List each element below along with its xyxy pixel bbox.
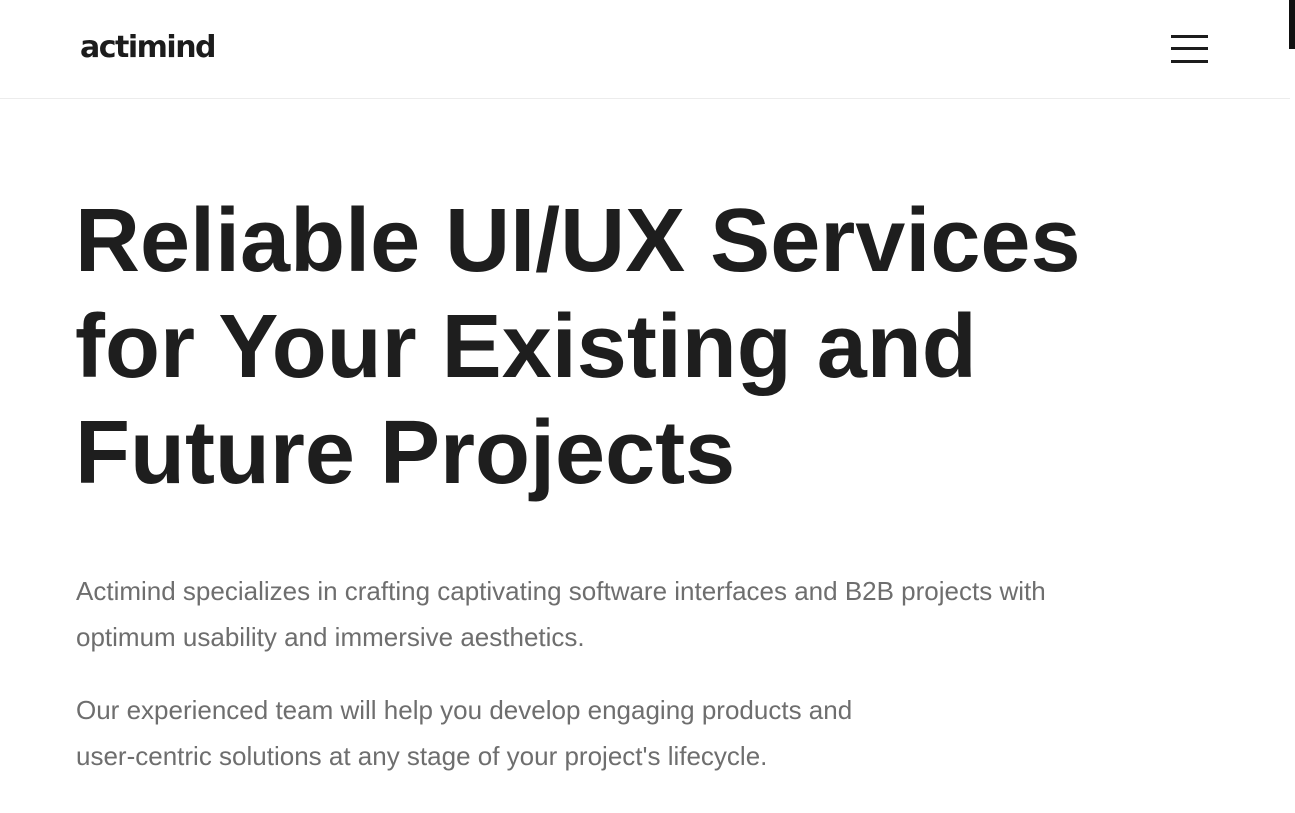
hamburger-menu-icon[interactable] — [1166, 30, 1212, 68]
paragraph-line: optimum usability and immersive aestheti… — [76, 622, 585, 652]
hero-title-line: Reliable UI/UX Services — [75, 191, 1081, 291]
hero-title-line: Future Projects — [75, 403, 736, 503]
hero-team-paragraph: Our experienced team will help you devel… — [76, 687, 852, 779]
menu-bar-bottom — [1171, 60, 1208, 63]
paragraph-line: Actimind specializes in crafting captiva… — [76, 576, 1046, 606]
menu-bar-middle — [1171, 47, 1208, 50]
hero-title-line: for Your Existing and — [75, 297, 977, 397]
paragraph-line: Our experienced team will help you devel… — [76, 695, 853, 725]
site-header: actimind — [0, 0, 1290, 99]
actimind-logo[interactable]: actimind — [80, 28, 217, 68]
paragraph-line: user-centric solutions at any stage of y… — [76, 741, 768, 771]
hero-title: Reliable UI/UX Services for Your Existin… — [75, 188, 1081, 506]
scrollbar-thumb[interactable] — [1289, 0, 1295, 49]
menu-bar-top — [1171, 35, 1208, 38]
hero-intro-paragraph: Actimind specializes in crafting captiva… — [76, 568, 1046, 660]
